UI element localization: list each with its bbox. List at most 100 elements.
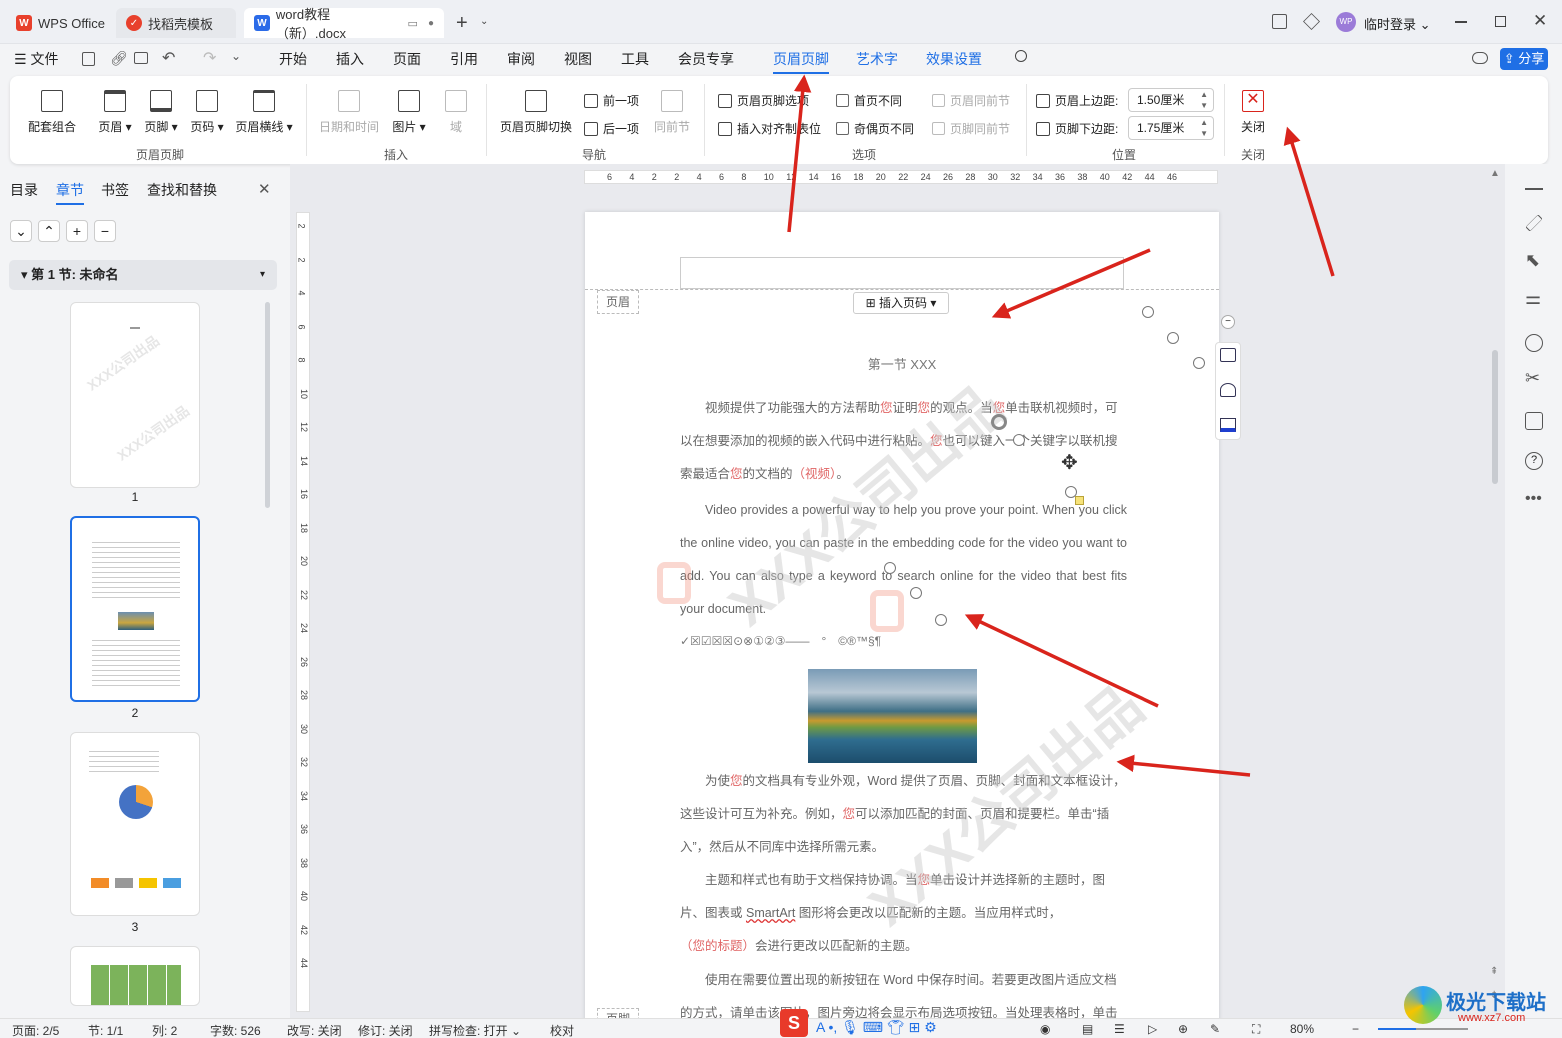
avatar[interactable]: WP (1336, 12, 1356, 32)
tab-wps-office[interactable]: W WPS Office (6, 8, 115, 38)
page-status[interactable]: 页面: 2/5 (12, 1022, 59, 1038)
word-count-status[interactable]: 字数: 526 (210, 1022, 261, 1038)
fill-icon[interactable] (1220, 383, 1236, 397)
undo-icon[interactable]: ↶ (162, 48, 175, 68)
tab-toc[interactable]: 目录 (10, 180, 38, 200)
page-number-button[interactable]: 页码 ▾ (186, 90, 228, 135)
menu-page[interactable]: 页面 (393, 44, 421, 74)
wrap-text-icon[interactable] (1220, 348, 1236, 362)
resize-handle[interactable] (1193, 357, 1205, 369)
tab-bookmark[interactable]: 书签 (101, 180, 129, 200)
tab-word-doc[interactable]: W word教程（新）.docx ▭ ● (244, 7, 444, 41)
header-top-margin-input[interactable]: 1.50厘米 ▲ ▼ (1128, 88, 1214, 112)
same-as-prev-button[interactable]: 同前节 (650, 90, 694, 135)
save-icon[interactable] (82, 52, 95, 66)
first-page-diff-checkbox[interactable]: 首页不同 (836, 92, 902, 109)
scroll-up-icon[interactable]: ▲ (1490, 168, 1500, 179)
picture-button[interactable]: 图片 ▾ (388, 90, 430, 135)
resize-handle[interactable] (910, 587, 922, 599)
outline-view-icon[interactable]: ☰ (1114, 1022, 1125, 1036)
more-icon[interactable]: ••• (1525, 490, 1542, 508)
new-tab-icon[interactable]: + (456, 12, 468, 35)
date-time-button[interactable]: 日期和时间 (316, 90, 382, 135)
border-icon[interactable] (1220, 418, 1236, 432)
close-pane-icon[interactable]: ✕ (258, 180, 271, 198)
adjust-handle[interactable] (1075, 496, 1084, 505)
tools-icon[interactable]: ✂ (1525, 368, 1540, 389)
chevron-up-icon[interactable]: ⌃ (38, 220, 60, 242)
menu-insert[interactable]: 插入 (336, 44, 364, 74)
spell-check-status[interactable]: 拼写检查: 打开 ⌄ (429, 1022, 521, 1038)
more-chevron-icon[interactable]: ⌄ (231, 49, 241, 63)
prev-page-icon[interactable]: ⇞ (1490, 966, 1498, 977)
scrollbar-thumb[interactable] (265, 302, 270, 508)
play-icon[interactable]: ▷ (1148, 1022, 1157, 1036)
ime-toolbar-icons[interactable]: A •, 🎙︎ ⌨ 👕︎ ⊞ ⚙ (816, 1019, 937, 1036)
redo-icon[interactable]: ↷ (203, 48, 216, 68)
pointer-icon[interactable]: ⬉ (1525, 250, 1540, 271)
cloud-icon[interactable] (1472, 52, 1488, 64)
dropdown-icon[interactable]: ▾ (260, 260, 265, 290)
header-text-box[interactable] (680, 257, 1124, 289)
file-menu[interactable]: ☰ 文件 (14, 44, 58, 74)
resize-handle[interactable] (884, 562, 896, 574)
zoom-out-icon[interactable]: − (1352, 1022, 1359, 1036)
menu-start[interactable]: 开始 (279, 44, 307, 74)
footer-same-prev-checkbox[interactable]: 页脚同前节 (932, 120, 1010, 137)
resize-handle[interactable] (1142, 306, 1154, 318)
fit-page-icon[interactable]: ⛶ (1252, 1022, 1260, 1037)
search-icon[interactable] (1015, 50, 1027, 62)
page-view-icon[interactable]: ▤ (1082, 1022, 1093, 1036)
track-changes-status[interactable]: 修订: 关闭 (358, 1022, 413, 1038)
menu-view[interactable]: 视图 (564, 44, 592, 74)
document-page[interactable]: 页眉 ⊞ 插入页码 ▾ 第一节 XXX 视频提供了功能强大的方法帮助您证明您的观… (585, 212, 1235, 1032)
tab-find-replace[interactable]: 查找和替换 (147, 180, 217, 200)
spinner-arrows-icon[interactable]: ▲ ▼ (1200, 117, 1208, 139)
chevron-down-icon[interactable]: ⌄ (10, 220, 32, 242)
combo-button[interactable]: 配套组合 (26, 90, 78, 135)
cube-icon[interactable] (1303, 13, 1320, 30)
collapse-toolbar-icon[interactable]: − (1221, 315, 1235, 329)
menu-word-art[interactable]: 艺术字 (856, 44, 898, 74)
tab-section[interactable]: 章节 (56, 180, 84, 205)
resize-handle[interactable] (1167, 332, 1179, 344)
spinner-arrows-icon[interactable]: ▲ ▼ (1200, 89, 1208, 111)
page-thumbnail-2[interactable] (70, 516, 200, 702)
ime-logo-icon[interactable]: S (780, 1009, 808, 1037)
eye-icon[interactable]: ◉ (1040, 1022, 1050, 1036)
menu-effect-settings[interactable]: 效果设置 (926, 44, 982, 74)
book-icon[interactable] (1525, 412, 1543, 430)
menu-header-footer[interactable]: 页眉页脚 (773, 44, 829, 74)
close-header-footer-button[interactable]: ✕ 关闭 (1234, 90, 1272, 135)
print-preview-icon[interactable] (134, 52, 148, 64)
collapse-icon[interactable] (1525, 188, 1543, 190)
header-button[interactable]: 页眉 ▾ (94, 90, 136, 135)
user-login-label[interactable]: 临时登录 ⌄ (1364, 14, 1431, 33)
hf-options-button[interactable]: 页眉页脚选项 (718, 92, 809, 109)
header-line-button[interactable]: 页眉横线 ▾ (232, 90, 296, 135)
pen-icon[interactable] (1525, 214, 1543, 232)
monitor-icon[interactable]: ▭ (408, 17, 418, 30)
section-item[interactable]: ▾ 第 1 节: 未命名 ▾ (9, 260, 277, 290)
field-button[interactable]: 域 (438, 90, 474, 135)
resize-handle[interactable] (1013, 434, 1025, 446)
ai-icon[interactable] (1525, 334, 1543, 352)
pen-view-icon[interactable]: ✎ (1210, 1022, 1220, 1036)
remove-section-icon[interactable]: − (94, 220, 116, 242)
footer-button[interactable]: 页脚 ▾ (140, 90, 182, 135)
next-item-button[interactable]: 后一项 (584, 120, 639, 137)
odd-even-diff-checkbox[interactable]: 奇偶页不同 (836, 120, 914, 137)
vertical-ruler[interactable]: 2 2 4 6 8 10 12 14 16 18 20 22 24 26 28 30 32 34 36 38 40 42 4… (296, 212, 310, 1012)
chevron-down-icon[interactable]: ⌄ (480, 16, 488, 27)
tab-docer[interactable]: ✓ 找稻壳模板 (116, 8, 236, 38)
horizontal-ruler[interactable]: 6 4 2 2 4 6 8 10 12 14 16 18 20 22 24 26 28 30 32 34 36 38 40 4… (584, 170, 1218, 184)
link-icon[interactable]: 🔗︎ (110, 50, 128, 67)
proofread-status[interactable]: 校对 (550, 1022, 574, 1038)
menu-tools[interactable]: 工具 (621, 44, 649, 74)
menu-review[interactable]: 审阅 (507, 44, 535, 74)
header-same-prev-checkbox[interactable]: 页眉同前节 (932, 92, 1010, 109)
page-thumbnail-1[interactable]: XXX公司出品 XXX公司出品 (70, 302, 200, 488)
page-thumbnail-3[interactable] (70, 732, 200, 916)
resize-handle[interactable] (935, 614, 947, 626)
footer-bottom-margin-input[interactable]: 1.75厘米 ▲ ▼ (1128, 116, 1214, 140)
